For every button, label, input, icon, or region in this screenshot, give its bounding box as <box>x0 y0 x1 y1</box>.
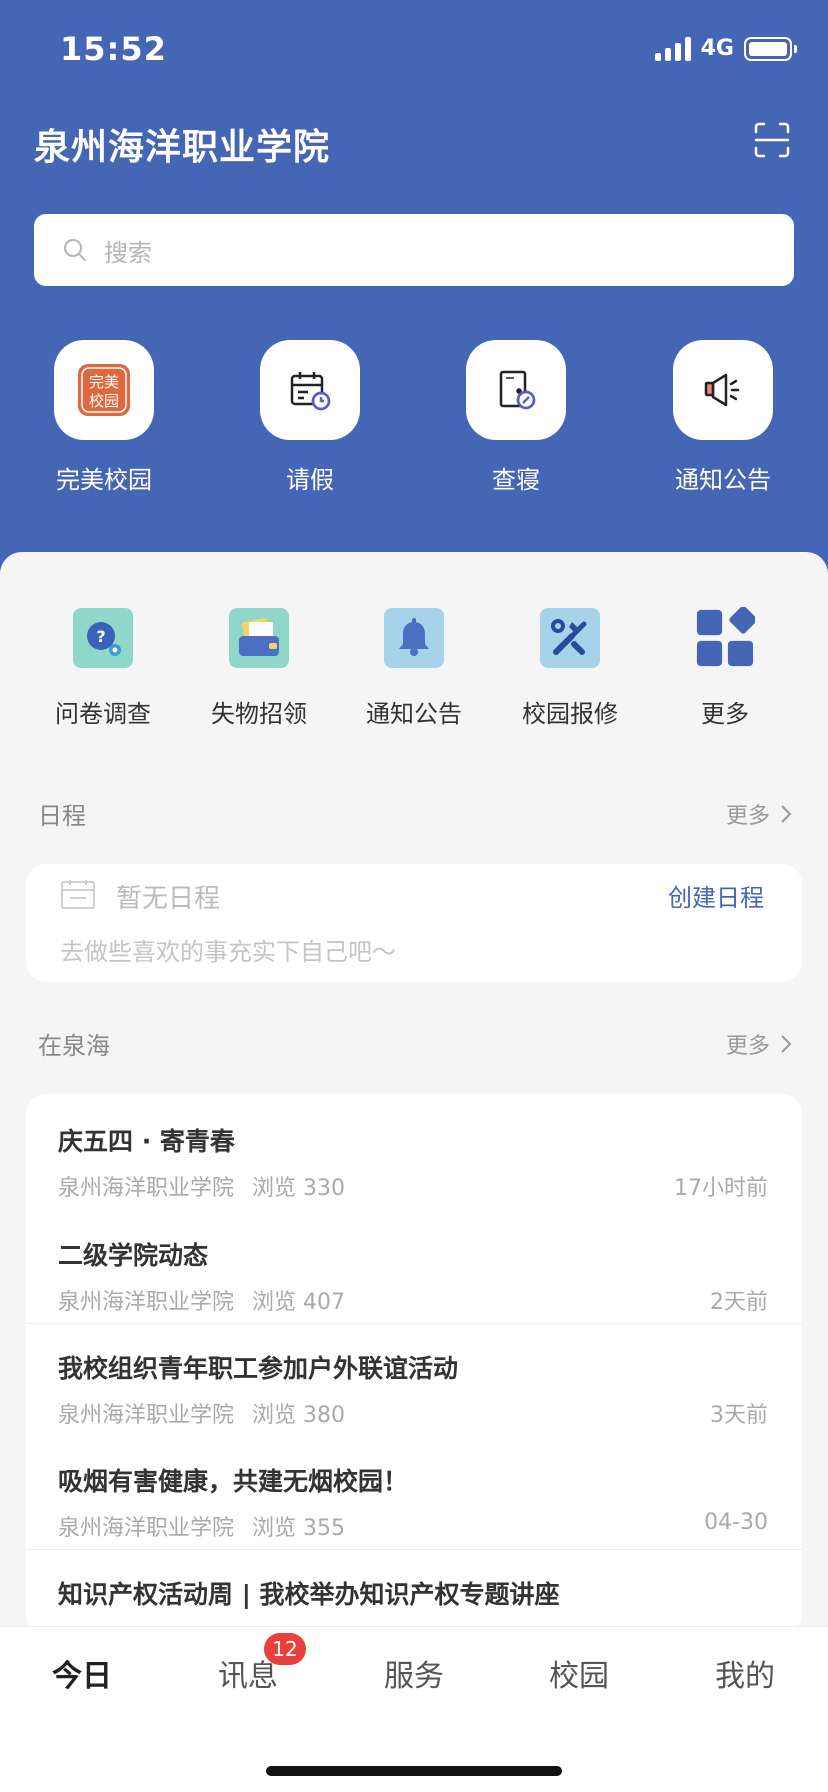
svg-text:?: ? <box>96 627 105 646</box>
create-schedule-button[interactable]: 创建日程 <box>668 878 764 913</box>
tab-label: 服务 <box>384 1659 444 1694</box>
quick-action-perfect-campus[interactable]: 完美 校园 完美校园 <box>19 340 189 495</box>
tab-today[interactable]: 今日 <box>12 1651 152 1695</box>
network-type: 4G <box>700 36 734 61</box>
tab-campus[interactable]: 校园 <box>509 1651 649 1695</box>
news-source: 泉州海洋职业学院 <box>58 1290 235 1315</box>
quick-actions: 完美 校园 完美校园 请假 查寝 通知公告 <box>0 340 828 500</box>
news-item[interactable]: 知识产权活动周 | 我校举办知识产权专题讲座 <box>26 1551 802 1634</box>
schedule-card: 暂无日程 创建日程 去做些喜欢的事充实下自己吧～ <box>26 864 802 982</box>
unread-badge: 12 <box>264 1633 306 1665</box>
status-indicators: 4G <box>654 36 797 61</box>
quick-action-label: 完美校园 <box>56 466 152 494</box>
questionnaire-icon: ? <box>87 622 121 656</box>
home-indicator <box>266 1766 562 1776</box>
news-title: 知识产权活动周 | 我校举办知识产权专题讲座 <box>58 1580 560 1609</box>
perfect-campus-logo-icon: 完美 校园 <box>78 364 130 416</box>
news-views: 浏览 380 <box>252 1403 346 1428</box>
tab-services[interactable]: 服务 <box>344 1651 484 1695</box>
schedule-tip: 去做些喜欢的事充实下自己吧～ <box>60 938 396 966</box>
news-time: 3天前 <box>710 1403 768 1428</box>
quick-action-label: 请假 <box>286 466 334 494</box>
bell-icon <box>399 618 429 656</box>
service-label: 更多 <box>701 700 749 728</box>
service-questionnaire[interactable]: ? 问卷调查 <box>25 608 181 729</box>
status-time: 15:52 <box>60 30 167 68</box>
service-repair[interactable]: 校园报修 <box>492 608 648 729</box>
search-icon <box>64 239 86 261</box>
news-more-label: 更多 <box>725 1034 770 1059</box>
status-bar: 15:52 4G <box>0 0 828 100</box>
news-meta: 泉州海洋职业学院 浏览 330 <box>58 1170 345 1202</box>
quick-action-label: 查寝 <box>492 466 540 494</box>
news-item[interactable]: 我校组织青年职工参加户外联谊活动 泉州海洋职业学院 浏览 380 3天前 <box>26 1325 802 1437</box>
tab-me[interactable]: 我的 <box>675 1651 815 1695</box>
news-title: 吸烟有害健康，共建无烟校园！ <box>58 1467 409 1496</box>
news-time: 2天前 <box>710 1290 768 1315</box>
news-source: 泉州海洋职业学院 <box>58 1516 235 1541</box>
news-item[interactable]: 二级学院动态 泉州海洋职业学院 浏览 407 2天前 <box>26 1212 802 1324</box>
wallet-icon <box>239 617 279 656</box>
repair-tools-icon <box>551 619 587 655</box>
chevron-right-icon <box>781 1035 792 1053</box>
news-time: 17小时前 <box>674 1176 768 1201</box>
news-item[interactable]: 吸烟有害健康，共建无烟校园！ 泉州海洋职业学院 浏览 355 04-30 <box>26 1438 802 1550</box>
battery-icon <box>744 36 797 61</box>
news-title: 庆五四 · 寄青春 <box>58 1127 235 1156</box>
calendar-clock-icon <box>290 372 331 411</box>
quick-action-leave[interactable]: 请假 <box>225 340 395 495</box>
news-views: 浏览 330 <box>252 1176 346 1201</box>
news-section-title: 在泉海 <box>38 1032 110 1060</box>
tab-label: 校园 <box>549 1659 609 1694</box>
schedule-more-label: 更多 <box>725 804 770 829</box>
schedule-section-title: 日程 <box>38 802 86 830</box>
news-meta: 泉州海洋职业学院 浏览 380 <box>58 1397 345 1429</box>
service-label: 问卷调查 <box>55 700 151 728</box>
news-views: 浏览 407 <box>252 1290 346 1315</box>
news-title: 二级学院动态 <box>58 1241 209 1270</box>
tab-label: 我的 <box>715 1659 775 1694</box>
services-grid: ? 问卷调查 失物招领 通知公告 校园报修 更多 <box>0 607 828 738</box>
tab-messages[interactable]: 讯息 12 <box>178 1633 318 1695</box>
logo-text-top: 完美 <box>89 373 119 391</box>
news-item[interactable]: 庆五四 · 寄青春 泉州海洋职业学院 浏览 330 17小时前 <box>26 1098 802 1210</box>
news-source: 泉州海洋职业学院 <box>58 1176 235 1201</box>
tab-label: 今日 <box>52 1659 112 1694</box>
schedule-more-link[interactable]: 更多 <box>726 798 792 830</box>
service-more[interactable]: 更多 <box>647 607 803 729</box>
schedule-empty-text: 暂无日程 <box>116 884 221 914</box>
signal-icon <box>654 36 691 61</box>
search-input[interactable]: 搜索 <box>34 214 794 286</box>
news-title: 我校组织青年职工参加户外联谊活动 <box>58 1354 459 1383</box>
news-meta: 泉州海洋职业学院 浏览 355 <box>58 1510 345 1542</box>
quick-action-label: 通知公告 <box>675 466 771 494</box>
search-placeholder: 搜索 <box>104 238 152 267</box>
calendar-icon <box>61 880 95 909</box>
grid-more-icon <box>696 607 755 667</box>
news-meta: 泉州海洋职业学院 浏览 407 <box>58 1284 345 1316</box>
service-lost-found[interactable]: 失物招领 <box>181 608 337 729</box>
service-label: 校园报修 <box>522 700 618 728</box>
logo-text-bottom: 校园 <box>89 392 119 410</box>
news-views: 浏览 355 <box>252 1516 346 1541</box>
dorm-check-icon <box>499 370 536 410</box>
news-more-link[interactable]: 更多 <box>726 1028 792 1060</box>
service-notice[interactable]: 通知公告 <box>336 608 492 729</box>
scan-icon[interactable] <box>754 122 790 158</box>
tab-label: 讯息 <box>218 1659 278 1694</box>
chevron-right-icon <box>781 805 792 823</box>
news-source: 泉州海洋职业学院 <box>58 1403 235 1428</box>
news-list: 庆五四 · 寄青春 泉州海洋职业学院 浏览 330 17小时前 二级学院动态 泉州… <box>26 1094 802 1634</box>
megaphone-icon <box>704 373 740 407</box>
news-time: 04-30 <box>704 1510 768 1535</box>
quick-action-notice[interactable]: 通知公告 <box>638 340 808 495</box>
service-label: 失物招领 <box>211 700 307 728</box>
app-title: 泉州海洋职业学院 <box>34 127 331 168</box>
quick-action-dorm-check[interactable]: 查寝 <box>431 340 601 495</box>
service-label: 通知公告 <box>366 700 462 728</box>
